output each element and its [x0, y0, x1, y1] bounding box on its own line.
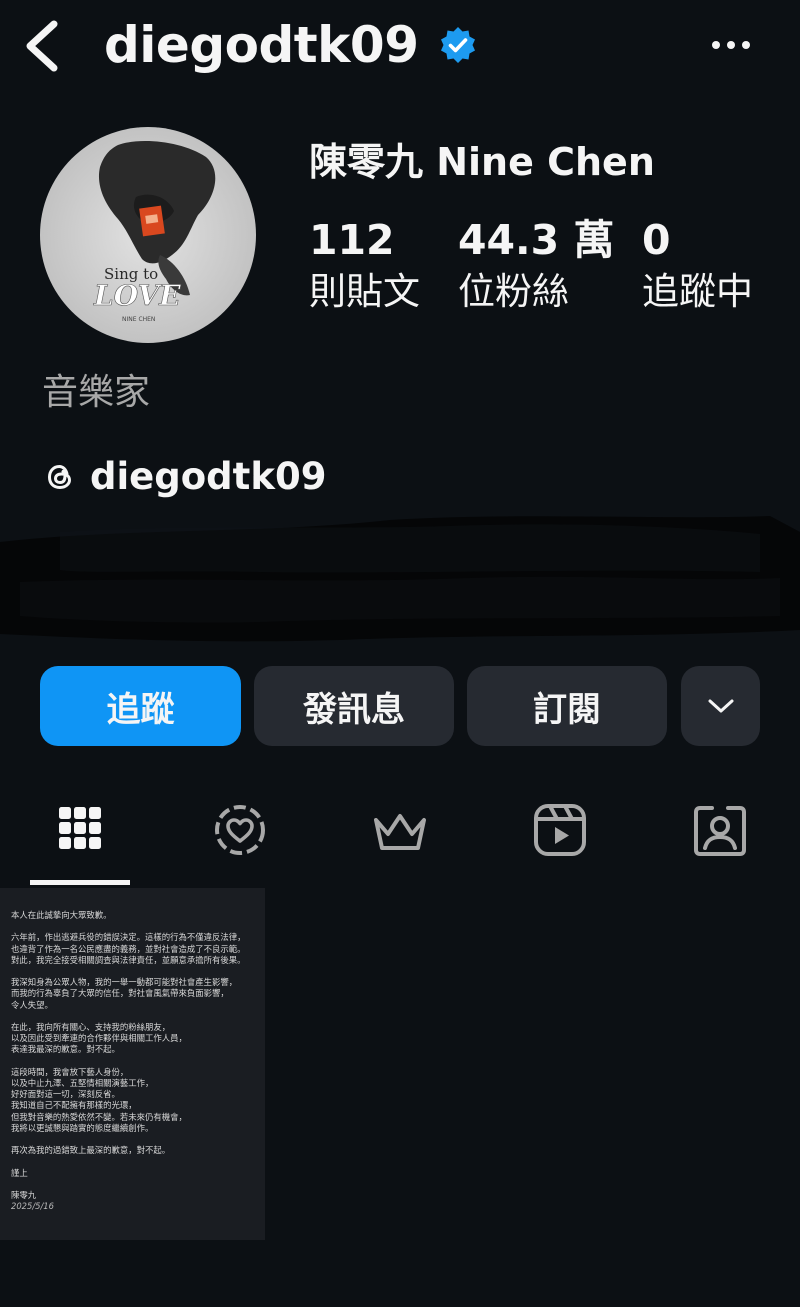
profile-tabs — [0, 790, 800, 886]
profile-category: 音樂家 — [42, 372, 151, 413]
follow-button[interactable]: 追蹤 — [40, 666, 241, 746]
post-statement-text: 本人在此誠摯向大眾致歉。 六年前，作出逃避兵役的錯誤決定。這樣的行為不僅違反法律… — [11, 910, 246, 1212]
threads-icon — [47, 464, 72, 490]
grid-icon — [59, 807, 101, 849]
following-count-label: 追蹤中 — [642, 270, 753, 313]
chevron-left-icon[interactable] — [18, 18, 68, 74]
subscribe-button[interactable]: 訂閱 — [467, 666, 667, 746]
suggested-accounts-button[interactable] — [681, 666, 760, 746]
followers-count[interactable]: 44.3 萬 位粉絲 — [458, 214, 614, 316]
message-button[interactable]: 發訊息 — [254, 666, 454, 746]
followers-count-label: 位粉絲 — [458, 270, 569, 313]
avatar-text-love: LOVE — [93, 279, 181, 312]
avatar-text-artist: NINE CHEN — [122, 316, 155, 323]
profile-avatar[interactable]: Sing to LOVE NINE CHEN — [40, 127, 256, 343]
posts-count-label: 則貼文 — [309, 270, 420, 313]
followers-count-value: 44.3 萬 — [458, 216, 615, 264]
active-tab-indicator — [30, 880, 130, 885]
tab-tagged[interactable] — [670, 790, 770, 886]
post-thumbnail[interactable]: 本人在此誠摯向大眾致歉。 六年前，作出逃避兵役的錯誤決定。這樣的行為不僅違反法律… — [0, 888, 265, 1240]
profile-full-name: 陳零九 Nine Chen — [309, 140, 655, 184]
redacted-bio — [0, 512, 800, 642]
tagged-person-icon — [694, 806, 746, 856]
threads-link[interactable]: diegodtk09 — [42, 452, 326, 502]
more-options-icon[interactable] — [708, 28, 754, 62]
threads-handle: diegodtk09 — [90, 455, 327, 498]
chevron-down-icon — [708, 699, 733, 713]
reels-icon — [534, 804, 586, 856]
posts-count-value: 112 — [309, 216, 395, 264]
following-count-value: 0 — [642, 216, 671, 264]
post-date: 2025/5/16 — [11, 1201, 54, 1212]
verified-badge-icon — [437, 25, 479, 67]
tab-highlights[interactable] — [190, 790, 290, 886]
highlights-icon — [215, 805, 265, 855]
following-count[interactable]: 0 追蹤中 — [642, 214, 753, 316]
tab-posts-grid[interactable] — [30, 790, 130, 886]
crown-icon — [374, 814, 426, 850]
profile-header: diegodtk09 — [0, 0, 800, 95]
posts-count[interactable]: 112 則貼文 — [309, 214, 420, 316]
tab-subscriptions[interactable] — [350, 790, 450, 886]
profile-username: diegodtk09 — [104, 16, 419, 74]
tab-reels[interactable] — [510, 790, 610, 886]
